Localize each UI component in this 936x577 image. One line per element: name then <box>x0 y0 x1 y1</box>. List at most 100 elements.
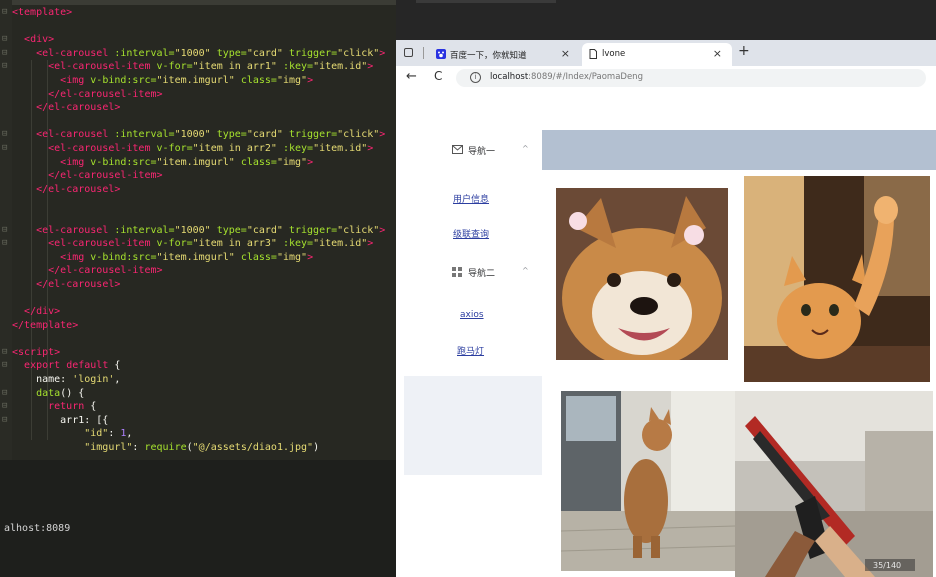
code-token: "card" <box>246 224 283 236</box>
code-token: "card" <box>246 47 283 59</box>
code-line[interactable] <box>0 332 396 346</box>
code-line[interactable]: </template> <box>0 319 396 333</box>
code-token: "img" <box>276 251 308 263</box>
code-line[interactable]: ⊟ export default { <box>0 359 396 373</box>
code-token: <el-carousel <box>36 47 109 59</box>
code-text: <div> <box>12 33 54 47</box>
code-line[interactable]: ⊟ arr1: [{ <box>0 414 396 428</box>
code-line[interactable]: <img v-bind:src="item.imgurl" class="img… <box>0 74 396 88</box>
shiba-dog-image[interactable] <box>556 188 728 360</box>
code-token: ) <box>313 442 320 453</box>
code-token: v-bind:src= <box>84 74 157 86</box>
fold-toggle-icon[interactable]: ⊟ <box>2 33 7 47</box>
code-line[interactable]: </el-carousel-item> <box>0 169 396 183</box>
standing-cat-image[interactable] <box>561 391 735 571</box>
code-token: "item in arr2" <box>192 142 277 154</box>
code-line[interactable] <box>0 115 396 129</box>
code-line[interactable]: name: 'login', <box>0 373 396 387</box>
code-line[interactable]: ⊟ return { <box>0 400 396 414</box>
code-text: </div> <box>12 305 60 319</box>
code-text: <el-carousel-item v-for="item in arr2" :… <box>12 142 373 156</box>
code-line[interactable]: </el-carousel> <box>0 278 396 292</box>
code-line[interactable]: ⊟ <el-carousel :interval="1000" type="ca… <box>0 128 396 142</box>
fold-toggle-icon[interactable]: ⊟ <box>2 224 7 238</box>
url-field[interactable]: i localhost:8089/#/Index/PaomaDeng <box>456 69 926 87</box>
tab-close-icon[interactable]: × <box>561 47 570 60</box>
fold-toggle-icon[interactable]: ⊟ <box>2 6 7 20</box>
code-line[interactable]: ⊟ data() { <box>0 387 396 401</box>
code-token: export default <box>24 360 109 372</box>
menu-item-user-info[interactable]: 用户信息 <box>453 192 489 205</box>
code-line[interactable] <box>0 20 396 34</box>
menu-group-nav2[interactable]: 导航二 ^ <box>404 255 542 296</box>
menu-item-marquee[interactable]: 跑马灯 <box>457 344 484 357</box>
code-lines[interactable]: ⊟ <template> ⊟ <div> ⊟ <el-carousel :interv… <box>0 6 396 455</box>
rifle-game-image[interactable]: 35/140 <box>735 391 933 577</box>
code-line[interactable]: </el-carousel-item> <box>0 264 396 278</box>
info-icon[interactable]: i <box>470 72 481 83</box>
fold-toggle-icon[interactable]: ⊟ <box>2 60 7 74</box>
code-line[interactable]: </div> <box>0 305 396 319</box>
code-line[interactable]: "imgurl": require("@/assets/diao1.jpg") <box>0 441 396 455</box>
fold-toggle-icon[interactable]: ⊟ <box>2 128 7 142</box>
menu-item-cascade-query[interactable]: 级联查询 <box>453 227 489 240</box>
code-line[interactable]: "id": 1, <box>0 427 396 441</box>
code-line[interactable]: <img v-bind:src="item.imgurl" class="img… <box>0 156 396 170</box>
code-line[interactable]: ⊟ <el-carousel-item v-for="item in arr3"… <box>0 237 396 251</box>
code-token: <el-carousel <box>36 129 109 141</box>
tab-lvone[interactable]: lvone × <box>582 43 732 66</box>
code-token: v-for= <box>150 142 193 154</box>
code-token: :interval= <box>108 224 175 236</box>
window-icon[interactable] <box>404 48 413 57</box>
code-line[interactable]: ⊟ <script> <box>0 346 396 360</box>
code-line[interactable]: ⊟ <div> <box>0 33 396 47</box>
back-arrow-icon[interactable]: ← <box>406 69 417 84</box>
terminal-panel[interactable]: alhost:8089 <box>0 460 396 577</box>
fold-toggle-icon[interactable]: ⊟ <box>2 237 7 251</box>
code-token: require <box>144 442 187 453</box>
fold-toggle-icon[interactable]: ⊟ <box>2 142 7 156</box>
fold-toggle-icon[interactable]: ⊟ <box>2 414 7 428</box>
code-token: "item.id" <box>313 61 368 73</box>
fold-toggle-icon[interactable]: ⊟ <box>2 400 7 414</box>
code-line[interactable]: <img v-bind:src="item.imgurl" class="img… <box>0 251 396 265</box>
code-token: :interval= <box>108 129 175 141</box>
baidu-paw-icon <box>436 49 446 59</box>
code-line[interactable] <box>0 196 396 210</box>
fold-toggle-icon[interactable]: ⊟ <box>2 47 7 61</box>
tab-label: lvone <box>602 49 626 59</box>
code-line[interactable]: </el-carousel> <box>0 101 396 115</box>
code-line[interactable]: ⊟ <el-carousel :interval="1000" type="ca… <box>0 47 396 61</box>
tab-close-icon[interactable]: × <box>713 47 722 60</box>
code-line[interactable] <box>0 210 396 224</box>
code-line[interactable]: ⊟ <el-carousel :interval="1000" type="ca… <box>0 224 396 238</box>
code-line[interactable] <box>0 291 396 305</box>
menu-group-nav1[interactable]: 导航一 ^ <box>404 130 542 171</box>
code-token: > <box>367 142 374 154</box>
code-token: :key= <box>276 238 314 250</box>
fold-toggle-icon[interactable]: ⊟ <box>2 387 7 401</box>
code-line[interactable]: </el-carousel> <box>0 183 396 197</box>
code-token: type= <box>210 129 247 141</box>
tab-label: 百度一下，你就知道 <box>450 51 527 61</box>
code-editor[interactable]: ⊟ <template> ⊟ <div> ⊟ <el-carousel :interv… <box>0 0 396 460</box>
code-line[interactable]: ⊟ <el-carousel-item v-for="item in arr2"… <box>0 142 396 156</box>
menu-item-axios[interactable]: axios <box>460 310 484 320</box>
code-line[interactable]: ⊟ <el-carousel-item v-for="item in arr1"… <box>0 60 396 74</box>
code-line[interactable]: </el-carousel-item> <box>0 88 396 102</box>
terminal-output: alhost:8089 <box>4 523 71 534</box>
new-tab-button[interactable]: + <box>738 43 750 59</box>
code-token: <el-carousel-item <box>48 142 151 154</box>
code-token: > <box>379 224 386 236</box>
code-line[interactable]: ⊟ <template> <box>0 6 396 20</box>
fold-toggle-icon[interactable]: ⊟ <box>2 346 7 360</box>
waving-cat-image[interactable] <box>744 176 930 382</box>
reload-icon[interactable]: C <box>434 69 442 83</box>
tab-baidu[interactable]: 百度一下，你就知道 × <box>430 43 580 66</box>
fold-toggle-icon[interactable]: ⊟ <box>2 359 7 373</box>
url-host: localhost <box>490 72 529 82</box>
code-text: <el-carousel-item v-for="item in arr1" :… <box>12 60 373 74</box>
